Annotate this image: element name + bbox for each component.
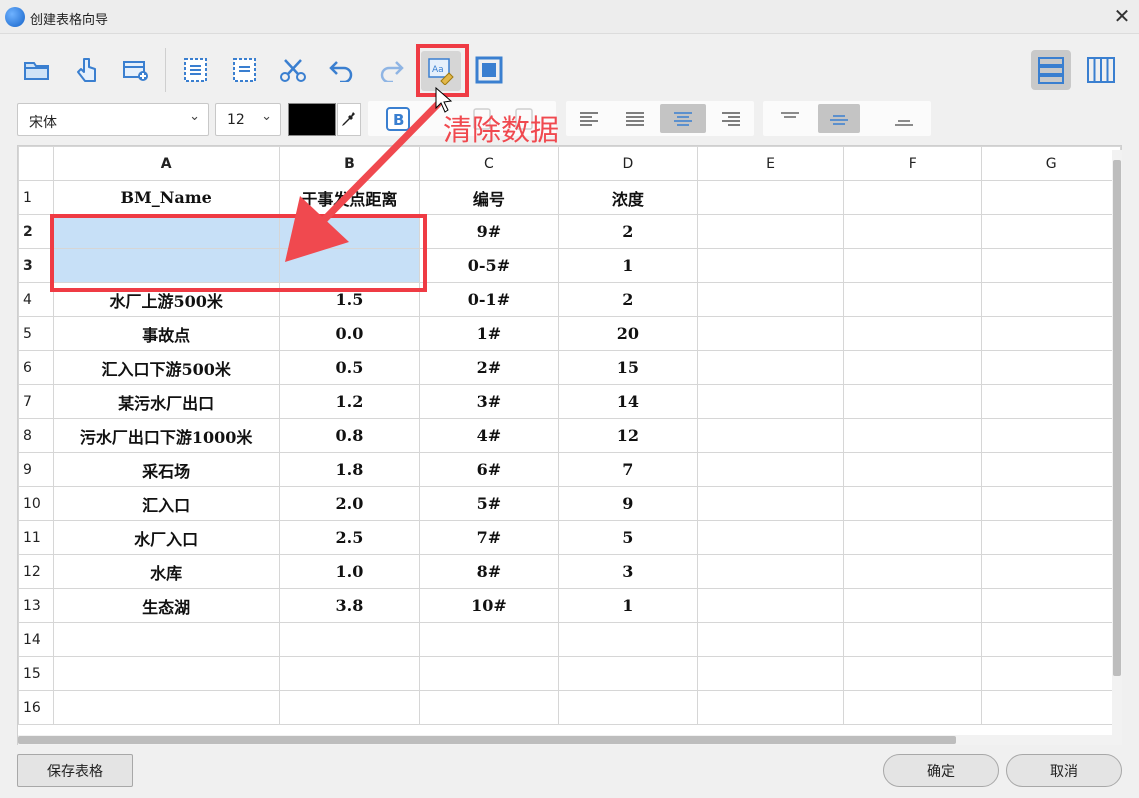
ok-button[interactable]: 确定 [883,754,999,787]
annotation-arrow [285,86,453,262]
cancel-button[interactable]: 取消 [1006,754,1122,787]
save-table-button[interactable]: 保存表格 [17,754,133,787]
